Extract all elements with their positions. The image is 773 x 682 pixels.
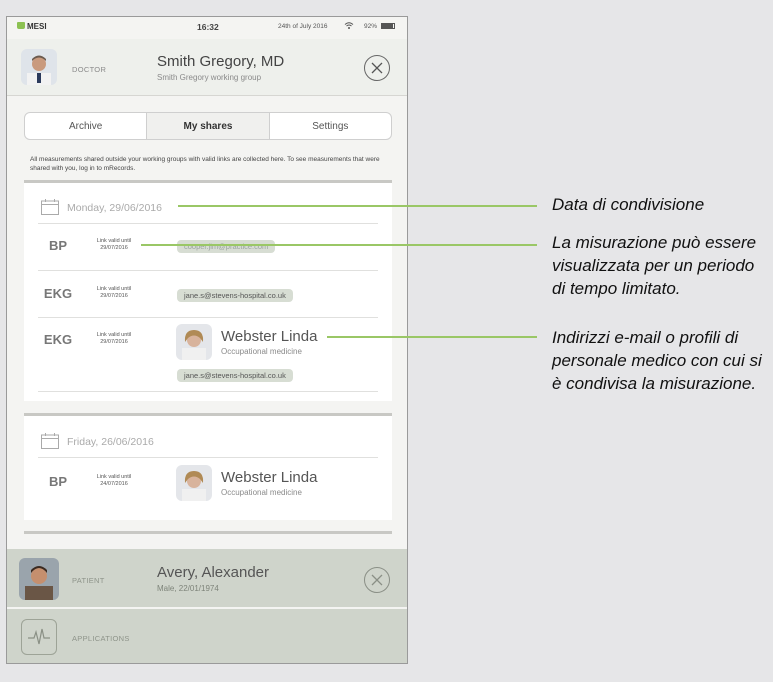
recipient-specialty: Occupational medicine [221,488,302,497]
battery-icon [381,23,395,29]
share-date: Monday, 29/06/2016 [67,202,162,214]
annotation-date: Data di condivisione [552,195,705,214]
share-row[interactable]: EKG Link valid until 29/07/2016 Webster … [24,318,392,388]
validity-label: Link valid until [96,238,132,244]
patient-role-label: PATIENT [72,576,105,585]
annotation-leader [141,244,537,246]
tab-settings[interactable]: Settings [268,113,391,139]
next-card-edge [24,531,392,534]
measurement-type: BP [48,474,68,489]
share-date: Friday, 26/06/2016 [67,436,154,448]
ekg-wave-icon[interactable] [21,619,57,655]
doctor-role-label: DOCTOR [72,65,107,74]
share-row[interactable]: BP Link valid until 29/07/2016 cooper.ji… [24,224,392,268]
share-group-card: Friday, 26/06/2016 BP Link valid until 2… [24,413,392,520]
measurement-type: BP [48,238,68,253]
applications-label: APPLICATIONS [72,634,130,643]
patient-avatar[interactable] [19,558,59,600]
recipient-avatar[interactable] [176,324,212,360]
close-icon[interactable] [364,55,390,81]
tab-my-shares[interactable]: My shares [146,113,269,139]
annotation-leader [327,336,537,338]
applications-bar[interactable]: APPLICATIONS [7,609,407,663]
validity-date: 29/07/2016 [100,293,128,299]
recipient-name: Webster Linda [221,328,318,345]
recipient-avatar[interactable] [176,465,212,501]
recipient-email[interactable]: cooper.jim@practice.com [177,240,276,253]
measurement-type: EKG [43,332,73,347]
mesi-logo-icon [17,22,25,29]
recipient-specialty: Occupational medicine [221,347,302,356]
share-row[interactable]: BP Link valid until 24/07/2016 Webster L… [24,458,392,504]
doctor-group: Smith Gregory working group [157,73,262,82]
recipient-email[interactable]: jane.s@stevens-hospital.co.uk [177,369,293,382]
validity-label: Link valid until [96,286,132,292]
doctor-name: Smith Gregory, MD [157,53,285,70]
tab-bar: Archive My shares Settings [24,112,392,140]
share-group-card: Monday, 29/06/2016 BP Link valid until 2… [24,180,392,401]
validity-date: 29/07/2016 [100,245,128,251]
link-validity: Link valid until 29/07/2016 [88,286,140,300]
battery-percent: 92% [364,23,378,30]
app-logo-text: MESI [27,22,47,31]
validity-date: 29/07/2016 [100,339,128,345]
link-validity: Link valid until 24/07/2016 [88,474,140,488]
recipient-email[interactable]: jane.s@stevens-hospital.co.uk [177,289,293,302]
patient-name: Avery, Alexander [157,564,270,581]
validity-label: Link valid until [96,332,132,338]
calendar-icon [41,433,59,454]
validity-date: 24/07/2016 [100,481,128,487]
doctor-avatar[interactable] [21,49,57,85]
annotation-validity: La misurazione può essere visualizzata p… [552,233,757,298]
wifi-icon [344,21,354,32]
link-validity: Link valid until 29/07/2016 [88,332,140,346]
status-bar: MESI 16:32 24th of July 2016 92% [7,17,407,37]
info-text: All measurements shared outside your wor… [30,156,380,172]
doctor-header: DOCTOR Smith Gregory, MD Smith Gregory w… [7,39,407,96]
link-validity: Link valid until 29/07/2016 [88,238,140,252]
annotation-leader [178,205,537,207]
share-row[interactable]: EKG Link valid until 29/07/2016 jane.s@s… [24,271,392,315]
patient-bar[interactable]: PATIENT Avery, Alexander Male, 22/01/197… [7,549,407,607]
validity-label: Link valid until [96,474,132,480]
status-time: 16:32 [197,22,219,32]
tab-archive[interactable]: Archive [25,113,146,139]
patient-details: Male, 22/01/1974 [157,584,219,593]
tablet-screen: MESI 16:32 24th of July 2016 92% DOCTOR … [6,16,408,664]
calendar-icon [41,199,59,220]
recipient-name: Webster Linda [221,469,318,486]
status-date: 24th of July 2016 [278,23,328,30]
measurement-type: EKG [43,286,73,301]
annotation-recipients: Indirizzi e-mail o profili di personale … [552,328,762,393]
close-icon[interactable] [364,567,390,593]
